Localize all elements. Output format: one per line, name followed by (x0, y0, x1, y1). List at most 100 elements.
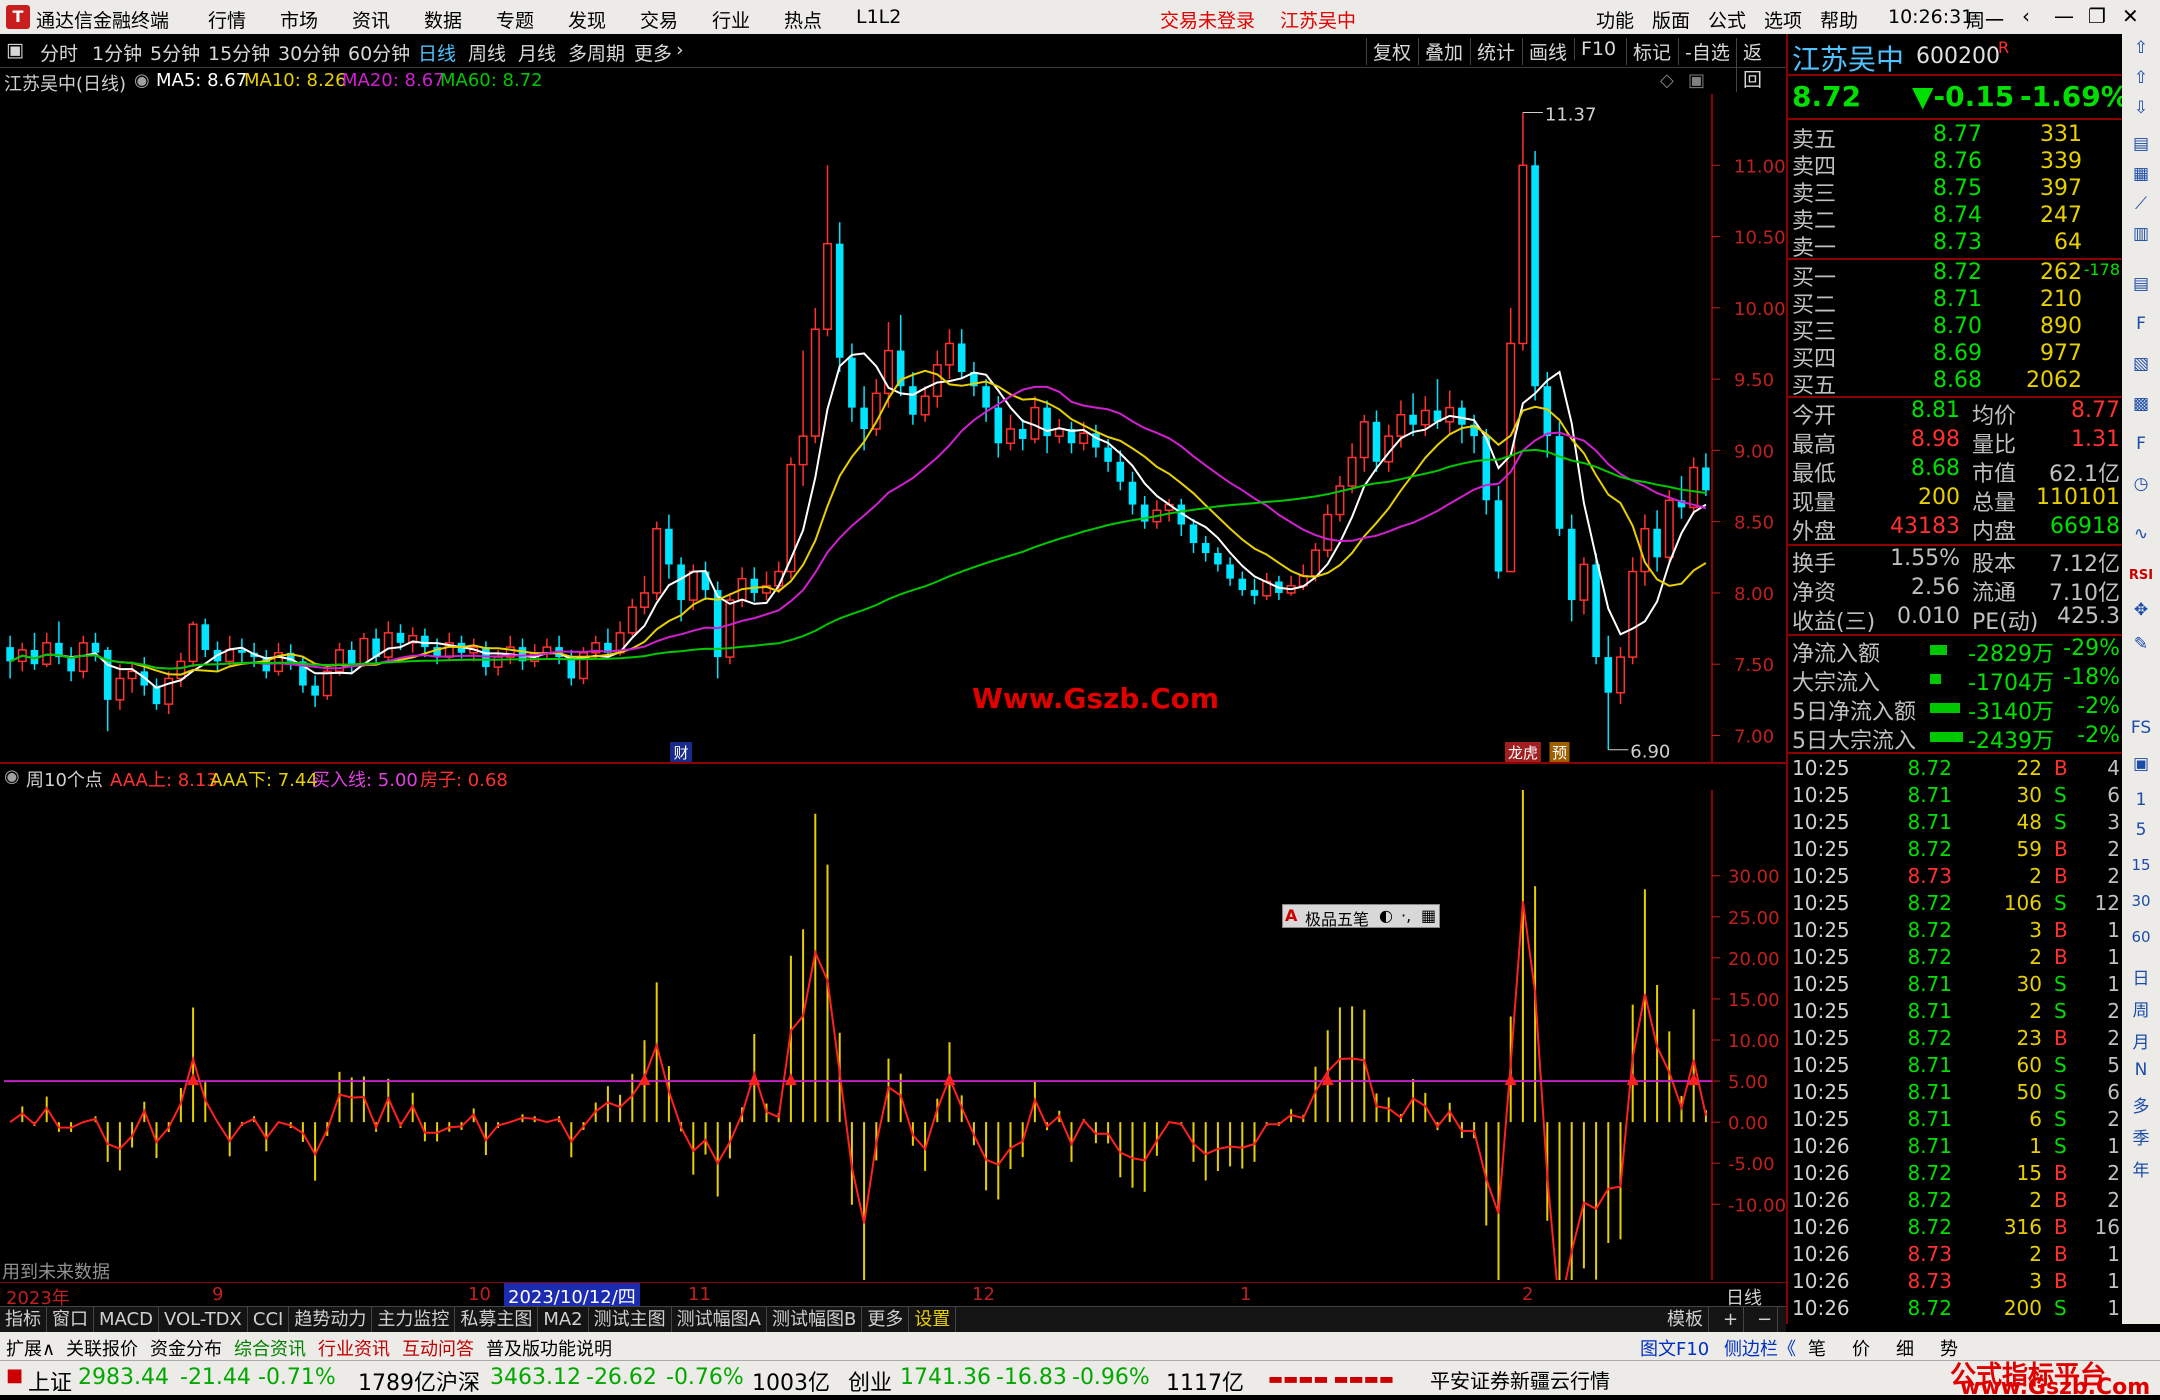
btn-biaoji[interactable]: 标记 (1626, 38, 1677, 65)
btab-hudong[interactable]: 互动问答 (402, 1335, 474, 1361)
menu-zhuanti[interactable]: 专题 (496, 6, 534, 33)
login-status[interactable]: 交易未登录 (1160, 6, 1255, 33)
menu-hangqing[interactable]: 行情 (208, 6, 246, 33)
tick-row[interactable]: 10:25 8.71 2 S 2 (1792, 999, 2120, 1026)
sell-level-4[interactable]: 卖四 8.76 339 (1792, 149, 2120, 180)
tab-remove[interactable]: − (1752, 1307, 1779, 1332)
btab-guanlian[interactable]: 关联报价 (66, 1335, 138, 1361)
sidebar-rsi[interactable]: RSI (2128, 568, 2154, 594)
sidebar-month[interactable]: 月 (2128, 1028, 2154, 1054)
idx-name-hs[interactable]: 沪深 (436, 1365, 480, 1397)
btab-kuozhan[interactable]: 扩展∧ (6, 1335, 55, 1361)
tick-row[interactable]: 10:26 8.72 200 S 1 (1792, 1296, 2120, 1323)
tick-row[interactable]: 10:25 8.71 6 S 2 (1792, 1107, 2120, 1134)
tab-macd[interactable]: MACD (94, 1307, 159, 1332)
btn-tongji[interactable]: 统计 (1470, 38, 1521, 65)
tick-row[interactable]: 10:26 8.72 15 B 2 (1792, 1161, 2120, 1188)
menu-gongneng[interactable]: 功能 (1596, 6, 1634, 33)
tick-row[interactable]: 10:25 8.72 106 S 12 (1792, 891, 2120, 918)
btn-fanhui[interactable]: 返回 (1736, 38, 1786, 92)
menu-gongshi[interactable]: 公式 (1708, 6, 1746, 33)
tick-row[interactable]: 10:26 8.72 2 B 2 (1792, 1188, 2120, 1215)
sidebar-list-icon[interactable]: ▤ (2128, 274, 2154, 300)
sidebar-fs[interactable]: FS (2128, 718, 2154, 744)
sidebar-f2-icon[interactable]: F (2128, 434, 2154, 460)
tab-ceshi-futu-a[interactable]: 测试幅图A (672, 1307, 767, 1332)
tick-row[interactable]: 10:26 8.72 316 B 16 (1792, 1215, 2120, 1242)
sidebar-n[interactable]: N (2128, 1060, 2154, 1086)
btn-zixuan[interactable]: -自选 (1678, 38, 1736, 65)
sidebar-f10-icon[interactable]: F (2128, 314, 2154, 340)
back-arrow-icon[interactable]: ‹ (2022, 4, 2030, 28)
menu-shichang[interactable]: 市场 (280, 6, 318, 33)
tick-row[interactable]: 10:25 8.71 48 S 3 (1792, 810, 2120, 837)
sidebar-doc-icon[interactable]: ▧ (2128, 354, 2154, 380)
keyboard-icon[interactable]: ▦ (1421, 906, 1436, 925)
btab-bi[interactable]: 笔 (1808, 1335, 1826, 1361)
period-fenshi[interactable]: 分时 (40, 39, 78, 66)
indicator-chart[interactable]: 30.00 25.00 20.00 15.00 10.00 5.00 0.00 -5.00 -1… (0, 790, 1786, 1280)
sidebar-quarter[interactable]: 季 (2128, 1124, 2154, 1150)
minimize-icon[interactable]: — (2054, 4, 2074, 28)
indicator-toggle-icon[interactable]: ◉ (4, 766, 20, 787)
tab-template[interactable]: 模板 (1662, 1307, 1709, 1332)
period-30min[interactable]: 30分钟 (278, 39, 340, 66)
sidebar-1min[interactable]: 1 (2128, 790, 2154, 816)
btab-hangye[interactable]: 行业资讯 (318, 1335, 390, 1361)
stats-row-3[interactable]: 现量 200 总量 110101 (1792, 485, 2120, 516)
close-icon[interactable]: ✕ (2122, 4, 2139, 28)
tab-add[interactable]: + (1718, 1307, 1745, 1332)
sidebar-up-icon[interactable]: ⇧ (2128, 38, 2154, 64)
buy-level-4[interactable]: 买四 8.69 977 (1792, 341, 2120, 372)
buy-level-1[interactable]: 买一 8.72 262 -178 (1792, 260, 2120, 291)
sidebar-clock-icon[interactable]: ◷ (2128, 474, 2154, 500)
tick-row[interactable]: 10:25 8.72 59 B 2 (1792, 837, 2120, 864)
sidebar-day[interactable]: 日 (2128, 964, 2154, 990)
tick-row[interactable]: 10:26 8.73 2 B 1 (1792, 1242, 2120, 1269)
btab-zijin[interactable]: 资金分布 (150, 1335, 222, 1361)
tick-row[interactable]: 10:25 8.71 60 S 5 (1792, 1053, 2120, 1080)
idx-name-cy[interactable]: 创业 (848, 1365, 892, 1397)
period-more[interactable]: 更多 (634, 39, 672, 66)
sell-level-1[interactable]: 卖一 8.73 64 (1792, 230, 2120, 261)
moon-icon[interactable]: ◐ (1379, 906, 1393, 925)
tab-ceshi-zhutu[interactable]: 测试主图 (589, 1307, 672, 1332)
tab-chuangkou[interactable]: 窗口 (47, 1307, 94, 1332)
tick-row[interactable]: 10:26 8.73 3 B 1 (1792, 1269, 2120, 1296)
stats-row-2[interactable]: 最低 8.68 市值 62.1亿 (1792, 456, 2120, 487)
period-60min[interactable]: 60分钟 (348, 39, 410, 66)
btab-xi[interactable]: 细 (1896, 1335, 1914, 1361)
period-multi[interactable]: 多周期 (568, 39, 625, 66)
sidebar-excel-icon[interactable]: ▣ (2128, 754, 2154, 780)
tab-ma2[interactable]: MA2 (538, 1307, 589, 1332)
menu-l1l2[interactable]: L1L2 (856, 6, 901, 28)
chevron-right-icon[interactable]: › (676, 39, 684, 61)
tab-cci[interactable]: CCI (248, 1307, 290, 1332)
btn-diejia[interactable]: 叠加 (1418, 38, 1469, 65)
period-daily[interactable]: 日线 (418, 39, 456, 66)
sidebar-5min[interactable]: 5 (2128, 820, 2154, 846)
diamond-icon[interactable]: ◇ (1660, 70, 1674, 91)
btab-sidebar[interactable]: 侧边栏《 (1724, 1335, 1796, 1361)
menu-xuanxiang[interactable]: 选项 (1764, 6, 1802, 33)
ime-floating-toolbar[interactable]: A 极品五笔 ◐ ·, ▦ (1282, 904, 1440, 929)
tick-row[interactable]: 10:25 8.71 30 S 1 (1792, 972, 2120, 999)
sidebar-wave-icon[interactable]: ∿ (2128, 524, 2154, 550)
sidebar-down-icon[interactable]: ⇩ (2128, 98, 2154, 124)
tab-settings[interactable]: 设置 (909, 1307, 957, 1332)
tab-ceshi-futu-b[interactable]: 测试幅图B (767, 1307, 863, 1332)
tab-simu[interactable]: 私募主图 (455, 1307, 539, 1332)
stats-row-1[interactable]: 最高 8.98 量比 1.31 (1792, 427, 2120, 458)
sidebar-30min[interactable]: 30 (2128, 892, 2154, 918)
period-weekly[interactable]: 周线 (468, 39, 506, 66)
menu-banmian[interactable]: 版面 (1652, 6, 1690, 33)
btab-jia[interactable]: 价 (1852, 1335, 1870, 1361)
buy-level-5[interactable]: 买五 8.68 2062 (1792, 368, 2120, 399)
sidebar-line-icon[interactable]: ⟋ (2128, 194, 2154, 220)
punct-icon[interactable]: ·, (1401, 906, 1411, 925)
layout-toggle-icon[interactable]: ▣ (6, 39, 24, 61)
panel-icon[interactable]: ▣ (1688, 70, 1705, 91)
sidebar-calc-icon[interactable]: ▩ (2128, 394, 2154, 420)
tick-row[interactable]: 10:25 8.73 2 B 2 (1792, 864, 2120, 891)
sell-level-5[interactable]: 卖五 8.77 331 (1792, 122, 2120, 153)
